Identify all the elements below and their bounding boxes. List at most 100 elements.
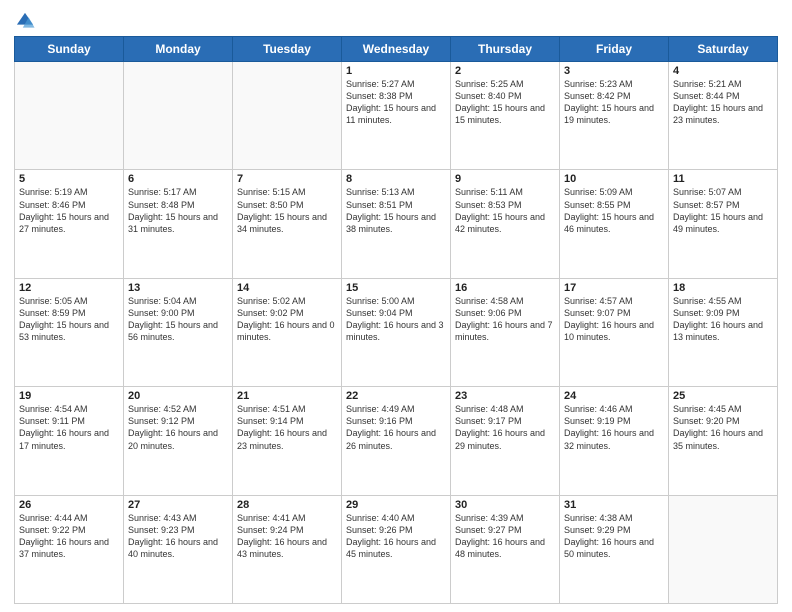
logo xyxy=(14,10,38,32)
day-number: 9 xyxy=(455,173,555,185)
calendar-cell: 11Sunrise: 5:07 AM Sunset: 8:57 PM Dayli… xyxy=(669,170,778,278)
day-number: 22 xyxy=(346,390,446,402)
day-number: 8 xyxy=(346,173,446,185)
col-wednesday: Wednesday xyxy=(342,37,451,62)
day-info: Sunrise: 5:04 AM Sunset: 9:00 PM Dayligh… xyxy=(128,295,228,344)
calendar-cell: 14Sunrise: 5:02 AM Sunset: 9:02 PM Dayli… xyxy=(233,278,342,386)
col-thursday: Thursday xyxy=(451,37,560,62)
day-info: Sunrise: 5:19 AM Sunset: 8:46 PM Dayligh… xyxy=(19,186,119,235)
calendar-cell: 19Sunrise: 4:54 AM Sunset: 9:11 PM Dayli… xyxy=(15,387,124,495)
day-info: Sunrise: 4:57 AM Sunset: 9:07 PM Dayligh… xyxy=(564,295,664,344)
day-info: Sunrise: 4:52 AM Sunset: 9:12 PM Dayligh… xyxy=(128,403,228,452)
calendar-week-1: 1Sunrise: 5:27 AM Sunset: 8:38 PM Daylig… xyxy=(15,62,778,170)
day-info: Sunrise: 4:51 AM Sunset: 9:14 PM Dayligh… xyxy=(237,403,337,452)
day-number: 6 xyxy=(128,173,228,185)
calendar-cell: 18Sunrise: 4:55 AM Sunset: 9:09 PM Dayli… xyxy=(669,278,778,386)
day-number: 30 xyxy=(455,499,555,511)
day-info: Sunrise: 5:17 AM Sunset: 8:48 PM Dayligh… xyxy=(128,186,228,235)
calendar-cell: 6Sunrise: 5:17 AM Sunset: 8:48 PM Daylig… xyxy=(124,170,233,278)
day-number: 28 xyxy=(237,499,337,511)
logo-icon xyxy=(14,10,36,32)
day-number: 26 xyxy=(19,499,119,511)
day-number: 15 xyxy=(346,282,446,294)
calendar-cell: 7Sunrise: 5:15 AM Sunset: 8:50 PM Daylig… xyxy=(233,170,342,278)
calendar-cell: 17Sunrise: 4:57 AM Sunset: 9:07 PM Dayli… xyxy=(560,278,669,386)
day-info: Sunrise: 5:09 AM Sunset: 8:55 PM Dayligh… xyxy=(564,186,664,235)
header xyxy=(14,10,778,32)
day-info: Sunrise: 4:43 AM Sunset: 9:23 PM Dayligh… xyxy=(128,512,228,561)
day-number: 5 xyxy=(19,173,119,185)
day-info: Sunrise: 5:25 AM Sunset: 8:40 PM Dayligh… xyxy=(455,78,555,127)
day-info: Sunrise: 5:13 AM Sunset: 8:51 PM Dayligh… xyxy=(346,186,446,235)
day-number: 12 xyxy=(19,282,119,294)
calendar-cell: 13Sunrise: 5:04 AM Sunset: 9:00 PM Dayli… xyxy=(124,278,233,386)
calendar-cell: 23Sunrise: 4:48 AM Sunset: 9:17 PM Dayli… xyxy=(451,387,560,495)
day-info: Sunrise: 5:23 AM Sunset: 8:42 PM Dayligh… xyxy=(564,78,664,127)
calendar-header-row: Sunday Monday Tuesday Wednesday Thursday… xyxy=(15,37,778,62)
calendar-cell: 24Sunrise: 4:46 AM Sunset: 9:19 PM Dayli… xyxy=(560,387,669,495)
calendar-week-3: 12Sunrise: 5:05 AM Sunset: 8:59 PM Dayli… xyxy=(15,278,778,386)
calendar-cell xyxy=(669,495,778,603)
day-info: Sunrise: 5:00 AM Sunset: 9:04 PM Dayligh… xyxy=(346,295,446,344)
day-number: 4 xyxy=(673,65,773,77)
day-info: Sunrise: 4:48 AM Sunset: 9:17 PM Dayligh… xyxy=(455,403,555,452)
day-info: Sunrise: 5:11 AM Sunset: 8:53 PM Dayligh… xyxy=(455,186,555,235)
day-info: Sunrise: 4:46 AM Sunset: 9:19 PM Dayligh… xyxy=(564,403,664,452)
day-number: 11 xyxy=(673,173,773,185)
day-info: Sunrise: 5:05 AM Sunset: 8:59 PM Dayligh… xyxy=(19,295,119,344)
calendar-cell: 16Sunrise: 4:58 AM Sunset: 9:06 PM Dayli… xyxy=(451,278,560,386)
day-info: Sunrise: 5:07 AM Sunset: 8:57 PM Dayligh… xyxy=(673,186,773,235)
calendar-cell: 5Sunrise: 5:19 AM Sunset: 8:46 PM Daylig… xyxy=(15,170,124,278)
day-number: 2 xyxy=(455,65,555,77)
day-info: Sunrise: 5:02 AM Sunset: 9:02 PM Dayligh… xyxy=(237,295,337,344)
day-number: 31 xyxy=(564,499,664,511)
day-number: 7 xyxy=(237,173,337,185)
calendar-week-4: 19Sunrise: 4:54 AM Sunset: 9:11 PM Dayli… xyxy=(15,387,778,495)
calendar-cell: 21Sunrise: 4:51 AM Sunset: 9:14 PM Dayli… xyxy=(233,387,342,495)
day-info: Sunrise: 4:54 AM Sunset: 9:11 PM Dayligh… xyxy=(19,403,119,452)
day-number: 1 xyxy=(346,65,446,77)
calendar-week-5: 26Sunrise: 4:44 AM Sunset: 9:22 PM Dayli… xyxy=(15,495,778,603)
day-info: Sunrise: 4:39 AM Sunset: 9:27 PM Dayligh… xyxy=(455,512,555,561)
day-number: 23 xyxy=(455,390,555,402)
day-info: Sunrise: 4:58 AM Sunset: 9:06 PM Dayligh… xyxy=(455,295,555,344)
day-number: 18 xyxy=(673,282,773,294)
calendar-week-2: 5Sunrise: 5:19 AM Sunset: 8:46 PM Daylig… xyxy=(15,170,778,278)
calendar-cell: 28Sunrise: 4:41 AM Sunset: 9:24 PM Dayli… xyxy=(233,495,342,603)
day-number: 10 xyxy=(564,173,664,185)
day-info: Sunrise: 5:15 AM Sunset: 8:50 PM Dayligh… xyxy=(237,186,337,235)
col-friday: Friday xyxy=(560,37,669,62)
day-number: 19 xyxy=(19,390,119,402)
day-number: 16 xyxy=(455,282,555,294)
day-number: 17 xyxy=(564,282,664,294)
calendar-cell: 27Sunrise: 4:43 AM Sunset: 9:23 PM Dayli… xyxy=(124,495,233,603)
day-number: 27 xyxy=(128,499,228,511)
col-tuesday: Tuesday xyxy=(233,37,342,62)
day-number: 20 xyxy=(128,390,228,402)
calendar-cell xyxy=(124,62,233,170)
day-number: 24 xyxy=(564,390,664,402)
day-info: Sunrise: 4:44 AM Sunset: 9:22 PM Dayligh… xyxy=(19,512,119,561)
day-info: Sunrise: 4:45 AM Sunset: 9:20 PM Dayligh… xyxy=(673,403,773,452)
calendar-cell: 2Sunrise: 5:25 AM Sunset: 8:40 PM Daylig… xyxy=(451,62,560,170)
calendar-cell: 25Sunrise: 4:45 AM Sunset: 9:20 PM Dayli… xyxy=(669,387,778,495)
calendar-cell: 1Sunrise: 5:27 AM Sunset: 8:38 PM Daylig… xyxy=(342,62,451,170)
calendar-cell: 26Sunrise: 4:44 AM Sunset: 9:22 PM Dayli… xyxy=(15,495,124,603)
day-number: 3 xyxy=(564,65,664,77)
calendar-cell: 10Sunrise: 5:09 AM Sunset: 8:55 PM Dayli… xyxy=(560,170,669,278)
col-sunday: Sunday xyxy=(15,37,124,62)
calendar-cell: 12Sunrise: 5:05 AM Sunset: 8:59 PM Dayli… xyxy=(15,278,124,386)
day-number: 13 xyxy=(128,282,228,294)
calendar-cell: 4Sunrise: 5:21 AM Sunset: 8:44 PM Daylig… xyxy=(669,62,778,170)
day-number: 14 xyxy=(237,282,337,294)
col-monday: Monday xyxy=(124,37,233,62)
day-info: Sunrise: 5:21 AM Sunset: 8:44 PM Dayligh… xyxy=(673,78,773,127)
calendar-cell xyxy=(233,62,342,170)
calendar-cell: 29Sunrise: 4:40 AM Sunset: 9:26 PM Dayli… xyxy=(342,495,451,603)
calendar-cell: 15Sunrise: 5:00 AM Sunset: 9:04 PM Dayli… xyxy=(342,278,451,386)
calendar-cell: 30Sunrise: 4:39 AM Sunset: 9:27 PM Dayli… xyxy=(451,495,560,603)
day-info: Sunrise: 4:49 AM Sunset: 9:16 PM Dayligh… xyxy=(346,403,446,452)
day-info: Sunrise: 5:27 AM Sunset: 8:38 PM Dayligh… xyxy=(346,78,446,127)
calendar-cell xyxy=(15,62,124,170)
day-info: Sunrise: 4:41 AM Sunset: 9:24 PM Dayligh… xyxy=(237,512,337,561)
